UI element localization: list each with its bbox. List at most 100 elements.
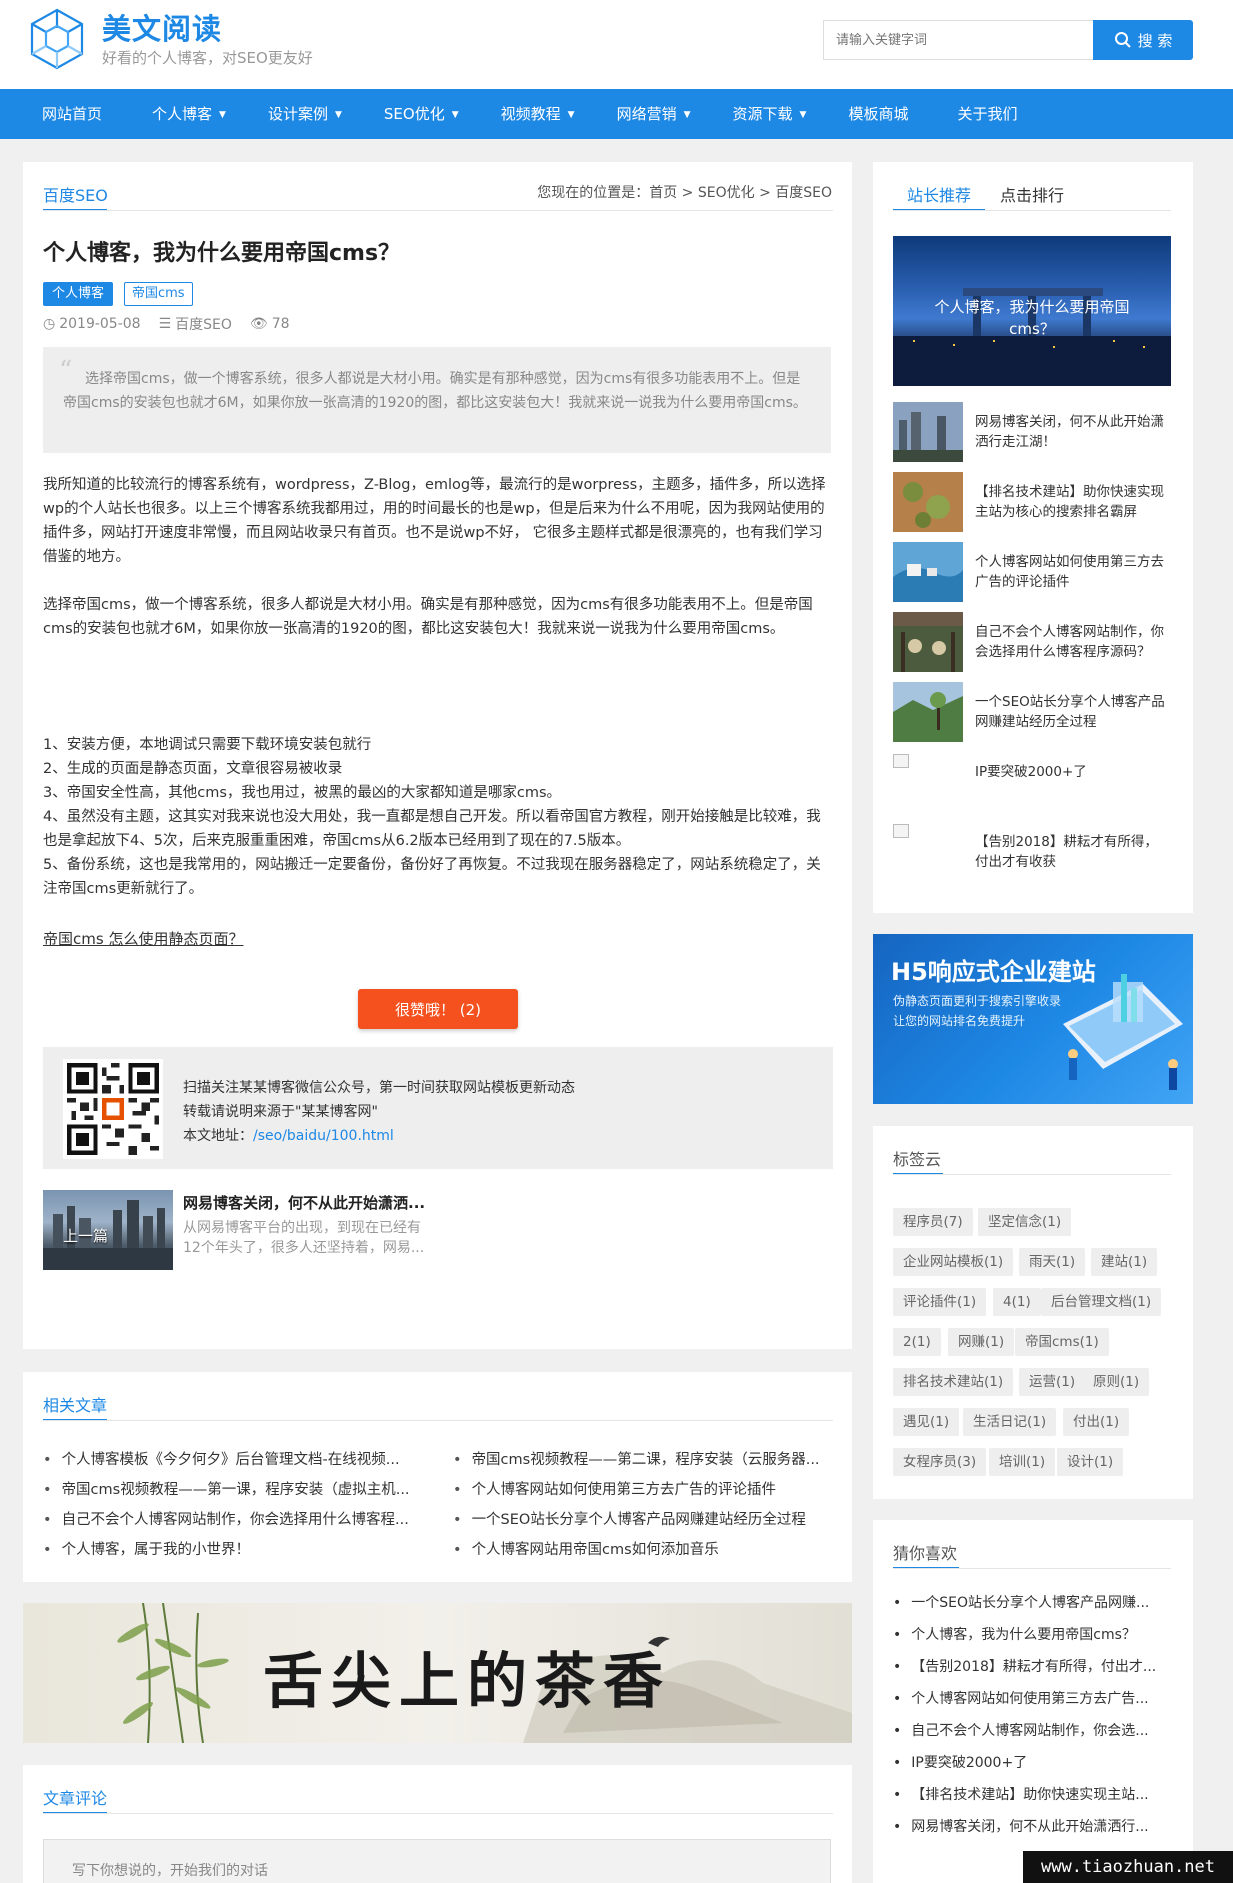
article-paragraph: 选择帝国cms，做一个博客系统，很多人都说是大材小用。确实是有那种感觉，因为cm… <box>43 597 813 637</box>
article-thumbnail[interactable] <box>893 472 963 532</box>
article-category[interactable]: 百度SEO <box>43 182 108 206</box>
nav-item-seo[interactable]: SEO优化 ▼ <box>363 89 480 139</box>
guess-article-link[interactable]: 【排名技术建站】助你快速实现主站... <box>893 1784 1148 1804</box>
article-list-item: 3、帝国安全性高，其他cms，我也用过，被黑的最凶的大家都知道是哪家cms。 <box>43 785 562 801</box>
tea-banner-ad[interactable]: 舌尖上的茶香 <box>23 1603 852 1743</box>
site-title[interactable]: 美文阅读 <box>102 6 222 48</box>
divider <box>43 1420 833 1421</box>
nav-item-video[interactable]: 视频教程 ▼ <box>480 89 596 139</box>
divider <box>893 210 1171 211</box>
nav-item-home[interactable]: 网站首页 <box>21 89 131 139</box>
tag-link[interactable]: 运营(1) <box>1019 1368 1086 1396</box>
guess-article-link[interactable]: 一个SEO站长分享个人博客产品网赚... <box>893 1592 1149 1612</box>
related-article-link[interactable]: 自己不会个人博客网站制作，你会选择用什么博客程... <box>43 1508 433 1529</box>
nav-item-templates[interactable]: 模板商城 <box>827 89 936 139</box>
guess-title: 猜你喜欢 <box>893 1544 958 1563</box>
article-summary: “ 选择帝国cms，做一个博客系统，很多人都说是大材小用。确实是有那种感觉，因为… <box>43 347 831 453</box>
related-article-link[interactable]: 个人博客网站如何使用第三方去广告的评论插件 <box>453 1478 843 1499</box>
related-article-link[interactable]: 帝国cms视频教程——第二课，程序安装（云服务器... <box>453 1448 843 1469</box>
tag-link[interactable]: 坚定信念(1) <box>978 1208 1072 1236</box>
article-thumbnail[interactable] <box>893 682 963 742</box>
search-button[interactable]: 搜 索 <box>1093 20 1193 60</box>
sidebar-article-link[interactable]: 一个SEO站长分享个人博客产品网赚建站经历全过程 <box>975 692 1171 732</box>
tag-link[interactable]: 建站(1) <box>1091 1248 1158 1276</box>
article-list-item: 4、虽然没有主题，这其实对我来说也没大用处，我一直都是想自己开发。所以看帝国官方… <box>43 809 821 849</box>
tag-link[interactable]: 帝国cms(1) <box>1015 1328 1109 1356</box>
divider <box>43 210 833 211</box>
nav-item-marketing[interactable]: 网络营销 ▼ <box>596 89 712 139</box>
share-url-link[interactable]: /seo/baidu/100.html <box>253 1128 394 1144</box>
article-related-link[interactable]: 帝国cms 怎么使用静态页面？ <box>43 928 243 949</box>
tag-link[interactable]: 程序员(7) <box>893 1208 973 1236</box>
prev-article-title[interactable]: 网易博客关闭，何不从此开始潇洒... <box>183 1192 425 1213</box>
article-meta: ◷ 2019-05-08 ☰ 百度SEO 👁 78 <box>43 314 290 334</box>
guess-article-link[interactable]: 自己不会个人博客网站制作，你会选... <box>893 1720 1148 1740</box>
broken-image-icon[interactable] <box>893 824 909 838</box>
watermark: www.tiaozhuan.net <box>1023 1851 1233 1883</box>
guess-you-like-card: 猜你喜欢 一个SEO站长分享个人博客产品网赚... 个人博客，我为什么要用帝国c… <box>873 1520 1193 1883</box>
article-tag[interactable]: 帝国cms <box>124 282 193 306</box>
related-article-link[interactable]: 个人博客网站用帝国cms如何添加音乐 <box>453 1538 843 1559</box>
sidebar-article-link[interactable]: 网易博客关闭，何不从此开始潇洒行走江湖！ <box>975 412 1171 452</box>
tab-recommend[interactable]: 站长推荐 <box>907 182 971 206</box>
article-meta-category[interactable]: 百度SEO <box>175 314 232 334</box>
nav-item-download[interactable]: 资源下载 ▼ <box>712 89 828 139</box>
featured-article-image[interactable]: 个人博客，我为什么要用帝国cms？ <box>893 236 1171 386</box>
guess-article-link[interactable]: IP要突破2000+了 <box>893 1752 1027 1772</box>
tag-link[interactable]: 女程序员(3) <box>893 1448 987 1476</box>
tag-link[interactable]: 付出(1) <box>1063 1408 1130 1436</box>
prev-article-desc: 从网易博客平台的出现，到现在已经有12个年头了，很多人还坚持着，网易... <box>183 1220 425 1256</box>
tag-link[interactable]: 遇见(1) <box>893 1408 960 1436</box>
related-article-link[interactable]: 一个SEO站长分享个人博客产品网赚建站经历全过程 <box>453 1508 843 1529</box>
related-article-link[interactable]: 个人博客，属于我的小世界！ <box>43 1538 433 1559</box>
search-input[interactable] <box>823 20 1093 60</box>
comments-title: 文章评论 <box>43 1789 108 1808</box>
logo-cube-icon[interactable] <box>26 6 88 74</box>
tag-link[interactable]: 设计(1) <box>1057 1448 1124 1476</box>
guess-article-link[interactable]: 网易博客关闭，何不从此开始潇洒行... <box>893 1816 1148 1836</box>
related-article-link[interactable]: 个人博客模板《今夕何夕》后台管理文档-在线视频... <box>43 1448 433 1469</box>
tag-link[interactable]: 生活日记(1) <box>963 1408 1057 1436</box>
tagcloud-title: 标签云 <box>893 1150 942 1169</box>
tag-link[interactable]: 企业网站模板(1) <box>893 1248 1014 1276</box>
prev-article-label[interactable]: 上一篇 <box>63 1225 108 1246</box>
guess-article-link[interactable]: 个人博客网站如何使用第三方去广告... <box>893 1688 1148 1708</box>
like-button[interactable]: 很赞哦！ (2) <box>358 989 518 1029</box>
guess-article-link[interactable]: 个人博客，我为什么要用帝国cms？ <box>893 1624 1136 1644</box>
sidebar-article-link[interactable]: 【排名技术建站】助你快速实现主站为核心的搜索排名霸屏 <box>975 482 1171 522</box>
article-date: 2019-05-08 <box>59 316 141 332</box>
h5-ad-banner[interactable]: H5响应式企业建站 伪静态页面更利于搜索引擎收录 让您的网站排名免费提升 <box>873 934 1193 1104</box>
main-nav: 网站首页 个人博客 ▼ 设计案例 ▼ SEO优化 ▼ 视频教程 ▼ 网络营销 ▼ 资源下载… <box>0 89 1233 139</box>
nav-item-design[interactable]: 设计案例 ▼ <box>247 89 363 139</box>
caret-down-icon: ▼ <box>799 110 807 120</box>
guess-article-link[interactable]: 【告别2018】耕耘才有所得，付出才... <box>893 1656 1156 1676</box>
broken-image-icon[interactable] <box>893 754 909 768</box>
nav-item-blog[interactable]: 个人博客 ▼ <box>131 89 247 139</box>
share-box: 扫描关注某某博客微信公众号，第一时间获取网站模板更新动态 转载请说明来源于"某某… <box>43 1047 833 1169</box>
tag-link[interactable]: 4(1) <box>993 1288 1041 1316</box>
sidebar-article-link[interactable]: 个人博客网站如何使用第三方去广告的评论插件 <box>975 552 1171 592</box>
tag-link[interactable]: 排名技术建站(1) <box>893 1368 1014 1396</box>
related-article-link[interactable]: 帝国cms视频教程——第一课，程序安装（虚拟主机... <box>43 1478 433 1499</box>
nav-item-about[interactable]: 关于我们 <box>936 89 1038 139</box>
sidebar-article-link[interactable]: 【告别2018】耕耘才有所得，付出才有收获 <box>975 832 1171 872</box>
breadcrumb[interactable]: 您现在的位置是：首页 > SEO优化 > 百度SEO <box>537 182 832 202</box>
phone-illustration <box>1063 974 1183 1090</box>
article-thumbnail[interactable] <box>893 542 963 602</box>
sidebar-article-link[interactable]: IP要突破2000+了 <box>975 762 1171 782</box>
comments-card: 文章评论 写下你想说的，开始我们的对话 <box>23 1765 852 1883</box>
comment-input[interactable]: 写下你想说的，开始我们的对话 <box>43 1839 831 1883</box>
tag-link[interactable]: 评论插件(1) <box>893 1288 987 1316</box>
tab-rank[interactable]: 点击排行 <box>1000 182 1064 206</box>
article-thumbnail[interactable] <box>893 612 963 672</box>
tag-link[interactable]: 网赚(1) <box>948 1328 1015 1356</box>
featured-article-title[interactable]: 个人博客，我为什么要用帝国cms？ <box>923 296 1141 340</box>
article-thumbnail[interactable] <box>893 402 963 462</box>
sidebar-article-link[interactable]: 自己不会个人博客网站制作，你会选择用什么博客程序源码？ <box>975 622 1171 662</box>
tag-link[interactable]: 培训(1) <box>989 1448 1056 1476</box>
tag-link[interactable]: 2(1) <box>893 1328 941 1356</box>
article-tag[interactable]: 个人博客 <box>43 282 114 306</box>
tag-link[interactable]: 后台管理文档(1) <box>1041 1288 1162 1316</box>
tag-link[interactable]: 雨天(1) <box>1019 1248 1086 1276</box>
tag-link[interactable]: 原则(1) <box>1083 1368 1150 1396</box>
